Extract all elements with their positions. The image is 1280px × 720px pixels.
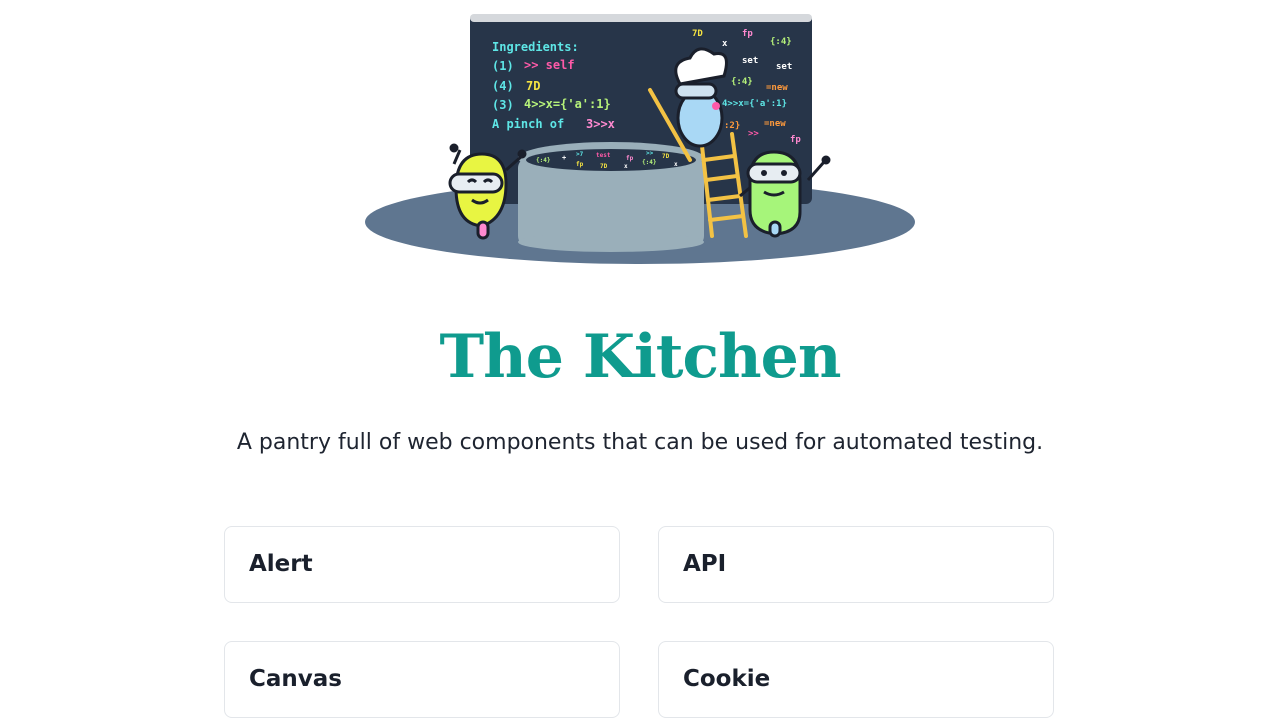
card-label: Cookie [683, 666, 771, 692]
snippet-4: {:4} [770, 37, 792, 47]
pot-soup [526, 149, 696, 171]
card-label: API [683, 551, 727, 577]
snippet-9: 4>>x={'a':1} [722, 99, 787, 109]
pot-snippet-3: >7 [576, 151, 584, 158]
snippet-1: 7D [692, 29, 703, 39]
pot-snippet-10: x [624, 163, 628, 170]
card-label: Canvas [249, 666, 342, 692]
chalkboard-top-rail [470, 14, 812, 22]
page: Ingredients: (1) >> self (4) 7D (3) 4>>x… [0, 0, 1280, 720]
pot-snippet-2: + [562, 154, 566, 162]
pot-snippet-1: {:4} [536, 157, 551, 164]
pot-snippet-9: 7D [600, 163, 608, 170]
snippet-8: =new [766, 83, 788, 93]
snippet-7: {:4} [731, 77, 753, 87]
pot-snippet-11: {:4} [642, 159, 657, 166]
pot-snippet-4: test [596, 152, 611, 159]
snippet-11: =new [764, 119, 786, 129]
board-line-3-prefix: (4) [492, 79, 514, 93]
snippet-3: x [722, 39, 728, 49]
snippet-6: set [776, 62, 792, 72]
card-cookie[interactable]: Cookie [658, 641, 1054, 718]
card-label: Alert [249, 551, 313, 577]
snippet-2: fp [742, 29, 753, 39]
pot-bottom [518, 232, 704, 252]
pot-snippet-6: >> [646, 150, 654, 157]
board-line-4-code: 4>>x={'a':1} [524, 97, 611, 111]
pot-snippet-5: fp [626, 155, 634, 162]
page-title: The Kitchen [439, 322, 842, 392]
pot-snippet-7: 7D [662, 153, 670, 160]
board-line-4-prefix: (3) [492, 98, 514, 112]
page-subtitle: A pantry full of web components that can… [236, 430, 1044, 455]
board-line-2-prefix: (1) [492, 59, 514, 73]
card-alert[interactable]: Alert [224, 526, 620, 603]
card-canvas[interactable]: Canvas [224, 641, 620, 718]
pot-snippet-12: x [674, 161, 678, 168]
pot-snippet-8: fp [576, 161, 584, 168]
card-api[interactable]: API [658, 526, 1054, 603]
snippet-12: >> [748, 129, 759, 139]
snippet-10: :2} [724, 121, 740, 131]
board-line-2-code: >> self [524, 58, 575, 72]
hero-illustration: Ingredients: (1) >> self (4) 7D (3) 4>>x… [360, 10, 920, 270]
snippet-5: set [742, 56, 758, 66]
board-line-3-code: 7D [526, 79, 540, 93]
board-line-5-prefix: A pinch of [492, 117, 564, 131]
snippet-13: fp [790, 135, 801, 145]
board-line-5-code: 3>>x [586, 117, 615, 131]
board-line-1: Ingredients: [492, 40, 579, 54]
